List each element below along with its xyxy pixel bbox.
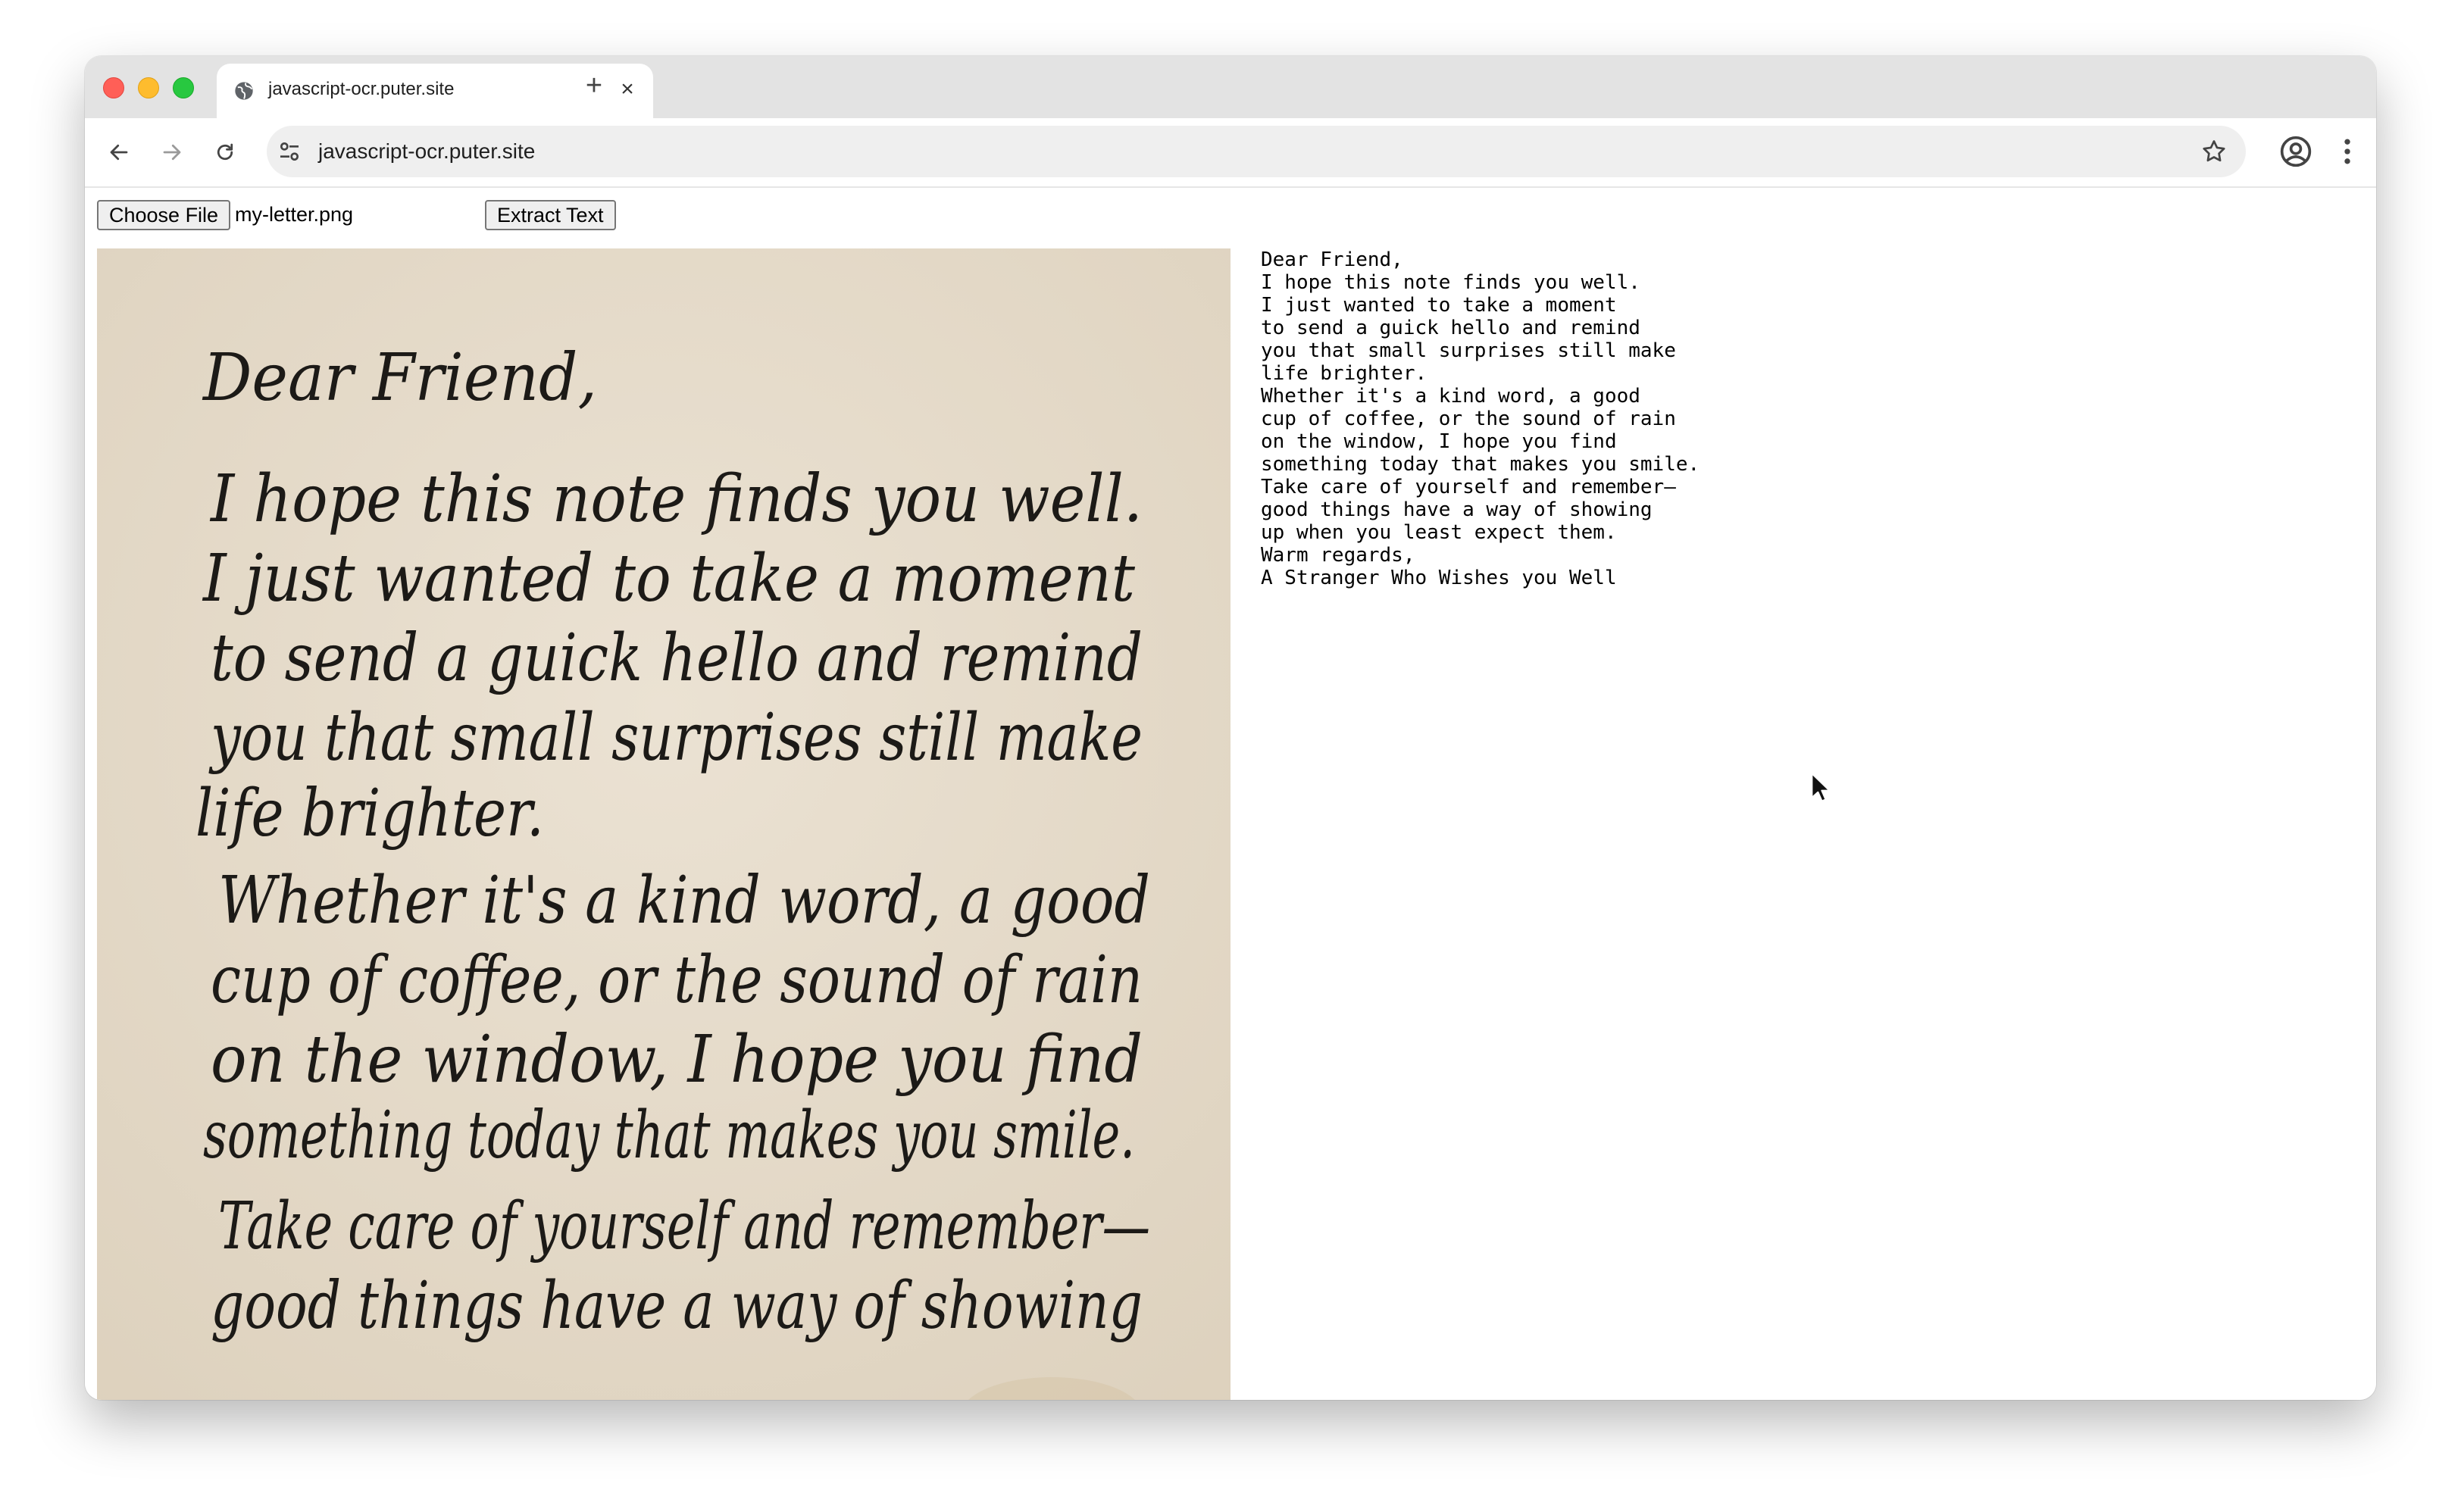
ocr-output-line: A Stranger Who Wishes you Well [1261,567,1617,589]
tab-title: javascript-ocr.puter.site [268,79,455,99]
kebab-menu-icon[interactable] [2331,135,2364,168]
letter-handwritten-line: something today that makes you smile. [203,1098,1135,1173]
letter-handwritten-line: good things have a way of showing [211,1268,1143,1344]
star-icon[interactable] [2200,138,2228,165]
letter-handwritten-line: I just wanted to take a moment [202,541,1135,617]
ocr-output-text: Dear Friend, I hope this note finds you … [1261,248,2322,589]
mouse-pointer-icon [1811,772,1831,802]
letter-handwritten-line: life brighter. [195,776,544,851]
ocr-output-line: to send a guick hello and remind [1261,317,1640,339]
extract-text-button[interactable]: Extract Text [485,200,616,230]
ocr-output-line: up when you least expect them. [1261,521,1617,544]
close-tab-icon[interactable]: × [614,76,641,103]
ocr-output-line: on the window, I hope you find [1261,430,1617,453]
letter-image-canvas: Dear Friend, I hope this note finds you w… [97,248,1230,1400]
forward-button[interactable] [153,133,191,171]
ocr-output-line: you that small surprises still make [1261,339,1676,362]
ocr-output-line: something today that makes you smile. [1261,453,1700,476]
arrow-left-icon [110,144,128,161]
letter-handwritten-line: to send a guick hello and remind [211,620,1143,696]
letter-handwritten-line: you that small surprises still make [208,700,1143,776]
letter-image-preview: Dear Friend, I hope this note finds you w… [97,248,1230,1400]
browser-toolbar: javascript-ocr.puter.site [85,118,2376,188]
letter-handwritten-line: Dear Friend, [202,340,597,416]
reload-button[interactable] [206,133,244,171]
ocr-output-line: Take care of yourself and remember— [1261,476,1676,498]
selected-file-name: my-letter.png [235,203,354,226]
minimize-window-button[interactable] [138,77,159,98]
reload-icon [217,143,233,161]
tab-strip: javascript-ocr.puter.site × + [85,56,2376,118]
choose-file-button[interactable]: Choose File [97,200,231,230]
arrow-right-icon [163,144,181,161]
address-bar[interactable]: javascript-ocr.puter.site [267,126,2246,177]
ocr-output-line: good things have a way of showing [1261,498,1653,521]
ocr-output-line: life brighter. [1261,362,1428,385]
ocr-output-line: I just wanted to take a moment [1261,294,1617,317]
tune-icon[interactable] [277,139,302,164]
close-window-button[interactable] [103,77,124,98]
letter-handwritten-line: on the window, I hope you find [211,1022,1143,1098]
ocr-output-line: Warm regards, [1261,544,1415,567]
ocr-output-line: cup of coffee, or the sound of rain [1261,408,1676,430]
letter-handwritten-line: Whether it's a kind word, a good [218,863,1150,939]
ocr-output-line: Dear Friend, [1261,248,1403,271]
letter-handwritten-line: cup of coffee, or the sound of rain [211,942,1143,1018]
globe-icon [235,82,253,100]
letter-handwritten-line: Take care of yourself and remember— [218,1189,1150,1264]
zoom-window-button[interactable] [173,77,194,98]
letter-handwritten-line: I hope this note finds you well. [209,461,1143,537]
ocr-output-line: I hope this note finds you well. [1261,271,1640,294]
ocr-output-line: Whether it's a kind word, a good [1261,385,1640,408]
url-text[interactable]: javascript-ocr.puter.site [318,139,535,164]
profile-icon[interactable] [2279,135,2312,168]
browser-window: javascript-ocr.puter.site × + javascript… [85,56,2376,1400]
back-button[interactable] [100,133,138,171]
new-tab-button[interactable]: + [576,68,612,105]
page-content: Choose File my-letter.png Extract Text D… [85,188,2376,1400]
